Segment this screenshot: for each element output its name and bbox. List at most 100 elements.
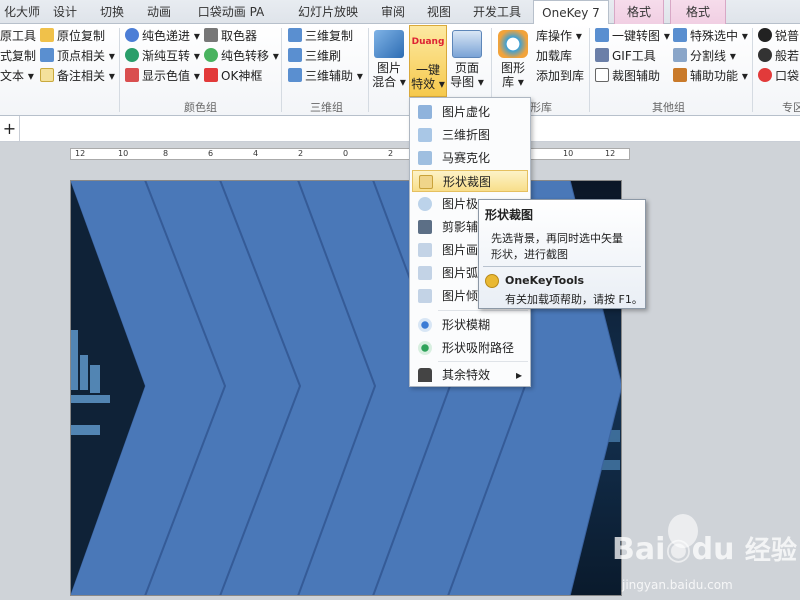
group-divider bbox=[281, 28, 282, 112]
ruler-tick: 12 bbox=[605, 149, 616, 158]
one-click-to-image-button[interactable]: 一键转图 ▾ bbox=[595, 26, 670, 46]
shape-library-button[interactable]: 图形 库 ▾ bbox=[497, 28, 529, 89]
dots-icon bbox=[418, 318, 432, 332]
menu-item-more-effects[interactable]: 其余特效 ▸ bbox=[412, 364, 528, 386]
rapid-icon bbox=[758, 28, 772, 42]
crop-helper-button[interactable]: 裁图辅助 bbox=[595, 66, 660, 86]
tab-developer[interactable]: 开发工具 bbox=[470, 0, 524, 24]
ruler-tick: 0 bbox=[343, 149, 349, 158]
notes-icon bbox=[40, 68, 54, 82]
hexagon-icon bbox=[498, 30, 528, 58]
path-icon bbox=[418, 341, 432, 355]
vertex-button[interactable]: 顶点相关 ▾ bbox=[40, 46, 115, 66]
special-select-button[interactable]: 特殊选中 ▾ bbox=[673, 26, 748, 46]
group-divider bbox=[752, 28, 753, 112]
banruo-button[interactable]: 般若 bbox=[758, 46, 799, 66]
tooltip: 形状裁图 先选背景，再同时选中矢量 形状，进行截图 OneKeyTools 有关… bbox=[478, 199, 646, 309]
arc-icon bbox=[418, 266, 432, 280]
tooltip-addin-name: OneKeyTools bbox=[505, 274, 585, 287]
menu-separator bbox=[438, 361, 528, 362]
shape-crop-icon bbox=[419, 175, 433, 189]
menu-item-shape-snap-path[interactable]: 形状吸附路径 bbox=[412, 337, 528, 359]
crop-icon bbox=[595, 68, 609, 82]
gradient-convert-button[interactable]: 渐纯互转 ▾ bbox=[125, 46, 200, 66]
watermark-brand: Bai◉du 经验 bbox=[612, 532, 797, 567]
ribbon-tab-bar: 化大师 设计 切换 动画 口袋动画 PA 幻灯片放映 审阅 视图 开发工具 On… bbox=[0, 0, 800, 25]
group-label-3d: 三维组 bbox=[310, 101, 343, 114]
baidu-watermark: Bai◉du 经验 jingyan.baidu.com bbox=[612, 514, 797, 600]
menu-item-3d-fold[interactable]: 三维折图 bbox=[412, 124, 528, 146]
tab-design[interactable]: 设计 bbox=[50, 0, 80, 24]
pocket-icon bbox=[758, 68, 772, 82]
tab-format-1[interactable]: 格式 bbox=[614, 0, 664, 24]
menu-separator bbox=[438, 310, 528, 311]
vertex-icon bbox=[40, 48, 54, 62]
graduation-cap-icon bbox=[418, 368, 432, 382]
menu-item-mosaic[interactable]: 马赛克化 bbox=[412, 147, 528, 169]
eyedropper-icon bbox=[204, 28, 218, 42]
circle-icon bbox=[418, 197, 432, 211]
divider-line-button[interactable]: 分割线 ▾ bbox=[673, 46, 736, 66]
image-blend-button[interactable]: 图片 混合 ▾ bbox=[372, 28, 406, 89]
outline-bar: + bbox=[0, 116, 800, 142]
color-step-button[interactable]: 纯色递进 ▾ bbox=[125, 26, 200, 46]
silhouette-icon bbox=[418, 220, 432, 234]
add-section-button[interactable]: + bbox=[0, 116, 20, 141]
show-color-value-button[interactable]: 显示色值 ▾ bbox=[125, 66, 200, 86]
palette-icon bbox=[125, 48, 139, 62]
tab-animation[interactable]: 动画 bbox=[144, 0, 174, 24]
3d-helper-button[interactable]: 三维辅助 ▾ bbox=[288, 66, 363, 86]
rapid-button[interactable]: 锐普 bbox=[758, 26, 799, 46]
aux-functions-button[interactable]: 辅助功能 ▾ bbox=[673, 66, 748, 86]
tooltip-help: 有关加载项帮助，请按 F1。 bbox=[505, 293, 643, 306]
tab-dashi[interactable]: 化大师 bbox=[0, 0, 44, 24]
tool-item-3[interactable]: 文本 ▾ bbox=[0, 66, 34, 86]
page-guide-label-1: 页面 bbox=[454, 61, 479, 75]
3d-icon bbox=[288, 68, 302, 82]
add-to-library-button[interactable]: 添加到库 bbox=[536, 66, 584, 86]
watermark-url: jingyan.baidu.com bbox=[622, 578, 733, 592]
tab-view[interactable]: 视图 bbox=[424, 0, 454, 24]
ok-frame-button[interactable]: OK神框 bbox=[204, 66, 262, 86]
tool-item-1[interactable]: 原工具 bbox=[0, 26, 36, 46]
rgb-icon bbox=[125, 68, 139, 82]
group-divider bbox=[368, 28, 369, 112]
tab-slideshow[interactable]: 幻灯片放映 bbox=[296, 0, 360, 24]
tab-pocket-animation[interactable]: 口袋动画 PA bbox=[196, 0, 266, 24]
one-click-effects-button[interactable]: Duang 一键 特效 ▾ bbox=[409, 25, 447, 97]
tooltip-divider bbox=[483, 266, 641, 267]
tool-item-2[interactable]: 式复制 ▾ bbox=[0, 46, 46, 66]
3d-brush-button[interactable]: 三维刷 bbox=[288, 46, 341, 66]
menu-item-image-blur[interactable]: 图片虚化 bbox=[412, 101, 528, 123]
pocket-button[interactable]: 口袋 bbox=[758, 66, 799, 86]
color-picker-button[interactable]: 取色器 bbox=[204, 26, 257, 46]
ruler-tick: 2 bbox=[298, 149, 304, 158]
3d-copy-button[interactable]: 三维复制 bbox=[288, 26, 353, 46]
page-guide-button[interactable]: 页面 导图 ▾ bbox=[450, 28, 484, 89]
library-ops-button[interactable]: 库操作 ▾ bbox=[536, 26, 582, 46]
menu-item-shape-crop[interactable]: 形状裁图 bbox=[412, 170, 528, 192]
gif-tool-button[interactable]: GIF工具 bbox=[595, 46, 656, 66]
tab-format-2[interactable]: 格式 bbox=[670, 0, 726, 24]
image-stack-icon bbox=[374, 30, 404, 58]
menu-item-shape-blur[interactable]: 形状模糊 bbox=[412, 314, 528, 336]
notes-button[interactable]: 备注相关 ▾ bbox=[40, 66, 115, 86]
color-transfer-button[interactable]: 纯色转移 ▾ bbox=[204, 46, 279, 66]
select-icon bbox=[673, 28, 687, 42]
fold-icon bbox=[418, 128, 432, 142]
tab-transition[interactable]: 切换 bbox=[96, 0, 128, 24]
load-library-button[interactable]: 加载库 bbox=[536, 46, 572, 66]
ruler-tick: 6 bbox=[208, 149, 214, 158]
palette-icon bbox=[125, 28, 139, 42]
horizontal-ruler: 12 10 8 6 4 2 0 2 4 6 8 10 12 bbox=[70, 148, 630, 160]
in-place-copy-button[interactable]: 原位复制 bbox=[40, 26, 105, 46]
group-divider bbox=[589, 28, 590, 112]
ruler-tick: 12 bbox=[75, 149, 86, 158]
tab-review[interactable]: 审阅 bbox=[378, 0, 408, 24]
image-blend-label-1: 图片 bbox=[376, 61, 401, 75]
submenu-arrow-icon: ▸ bbox=[515, 368, 522, 382]
image-icon bbox=[595, 28, 609, 42]
tab-onekey7[interactable]: OneKey 7 bbox=[533, 0, 609, 25]
ruler-tick: 4 bbox=[253, 149, 259, 158]
group-label-library: 形库 bbox=[530, 101, 552, 114]
